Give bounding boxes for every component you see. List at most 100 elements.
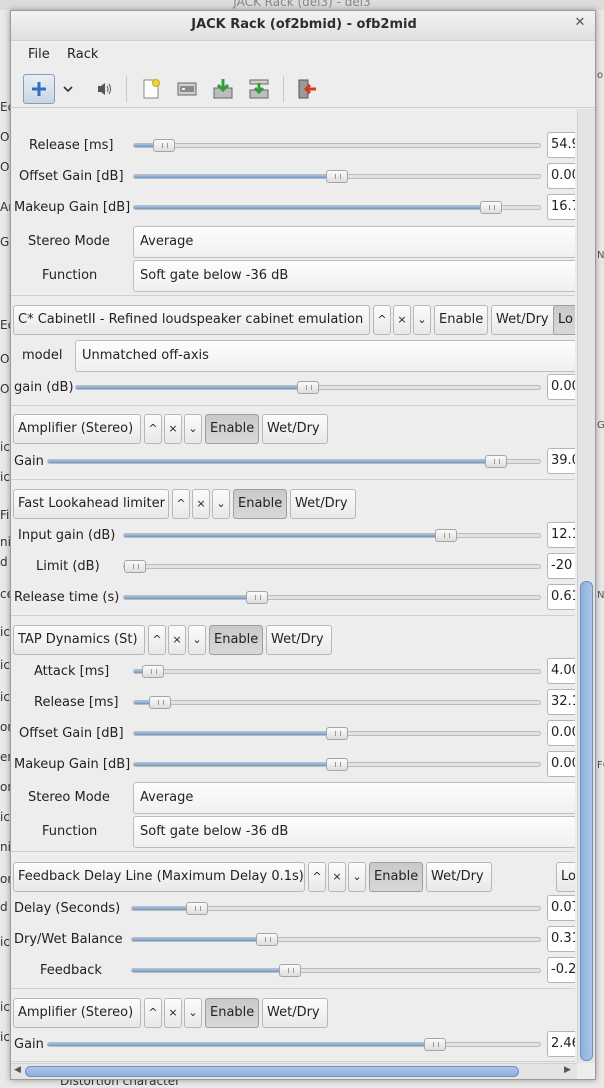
option-combo[interactable]: Soft gate below -36 dB — [133, 816, 575, 848]
enable-toggle[interactable]: Enable — [205, 414, 259, 444]
value-field[interactable]: 12.1 — [547, 522, 575, 548]
menu-file[interactable]: File — [28, 47, 50, 62]
remove-button[interactable]: × — [328, 862, 346, 892]
enable-toggle[interactable]: Enable — [233, 489, 287, 519]
move-down-button[interactable]: ⌄ — [188, 625, 206, 655]
slider-track[interactable] — [133, 758, 541, 771]
value-field[interactable]: 0.00 — [547, 720, 575, 746]
move-up-button[interactable]: ^ — [373, 305, 391, 335]
slider-thumb[interactable] — [326, 170, 348, 183]
plugin-name[interactable]: Feedback Delay Line (Maximum Delay 0.1s) — [13, 862, 305, 892]
save-as-icon[interactable] — [245, 74, 273, 104]
move-up-button[interactable]: ^ — [148, 625, 166, 655]
open-rack-icon[interactable] — [173, 74, 201, 104]
horizontal-scrollbar[interactable]: ◀ ▶ — [11, 1063, 577, 1079]
plugin-name[interactable]: Amplifier (Stereo) — [13, 414, 141, 444]
chevron-down-icon[interactable] — [58, 74, 78, 104]
slider-thumb[interactable] — [278, 964, 301, 977]
slider-thumb[interactable] — [326, 727, 348, 740]
slider-track[interactable] — [123, 591, 541, 604]
slider-track[interactable] — [123, 560, 541, 573]
enable-toggle[interactable]: Enable — [369, 862, 423, 892]
value-field[interactable]: 0.00 — [547, 374, 575, 400]
remove-button[interactable]: × — [393, 305, 411, 335]
value-field[interactable]: 32.1 — [547, 689, 575, 715]
plugin-name[interactable]: C* CabinetII - Refined loudspeaker cabin… — [13, 305, 370, 335]
vertical-scrollbar-thumb[interactable] — [580, 581, 593, 1061]
slider-track[interactable] — [133, 696, 541, 709]
slider-thumb[interactable] — [479, 201, 502, 214]
close-icon[interactable]: ✕ — [568, 12, 592, 36]
option-combo[interactable]: Soft gate below -36 dB — [133, 260, 575, 292]
lock-toggle[interactable]: Lo — [556, 862, 575, 892]
move-up-button[interactable]: ^ — [308, 862, 326, 892]
scroll-right-icon[interactable]: ▶ — [564, 1065, 571, 1075]
value-field[interactable]: 39.0 — [547, 448, 575, 474]
slider-track[interactable] — [47, 455, 541, 468]
slider-track[interactable] — [131, 964, 541, 977]
wet-dry-toggle[interactable]: Wet/Dry — [290, 489, 356, 519]
remove-button[interactable]: × — [192, 489, 210, 519]
slider-track[interactable] — [123, 529, 541, 542]
wet-dry-toggle[interactable]: Wet/Dry — [491, 305, 557, 335]
scroll-left-icon[interactable]: ◀ — [14, 1065, 21, 1075]
slider-track[interactable] — [133, 727, 541, 740]
slider-thumb[interactable] — [246, 591, 269, 604]
remove-button[interactable]: × — [168, 625, 186, 655]
move-down-button[interactable]: ⌄ — [184, 998, 202, 1028]
remove-button[interactable]: × — [164, 998, 182, 1028]
move-down-button[interactable]: ⌄ — [348, 862, 366, 892]
value-field[interactable]: 54.9 — [547, 132, 575, 158]
slider-track[interactable] — [131, 933, 541, 946]
slider-track[interactable] — [133, 139, 541, 152]
move-down-button[interactable]: ⌄ — [184, 414, 202, 444]
slider-thumb[interactable] — [141, 665, 164, 678]
slider-thumb[interactable] — [186, 902, 209, 915]
value-field[interactable]: 16.7 — [547, 194, 575, 220]
value-field[interactable]: -20 — [547, 553, 575, 579]
slider-track[interactable] — [133, 170, 541, 183]
slider-track[interactable] — [133, 201, 541, 214]
slider-thumb[interactable] — [124, 560, 146, 573]
slider-track[interactable] — [133, 665, 541, 678]
new-rack-icon[interactable] — [137, 74, 165, 104]
speaker-icon[interactable] — [90, 74, 118, 104]
slider-track[interactable] — [131, 902, 541, 915]
wet-dry-toggle[interactable]: Wet/Dry — [426, 862, 492, 892]
slider-track[interactable] — [47, 1038, 541, 1051]
wet-dry-toggle[interactable]: Wet/Dry — [266, 625, 332, 655]
menu-rack[interactable]: Rack — [67, 47, 98, 62]
slider-thumb[interactable] — [255, 933, 278, 946]
move-up-button[interactable]: ^ — [144, 414, 162, 444]
remove-button[interactable]: × — [164, 414, 182, 444]
add-plugin-icon[interactable] — [23, 74, 55, 104]
plugin-name[interactable]: TAP Dynamics (St) — [13, 625, 145, 655]
slider-thumb[interactable] — [153, 139, 176, 152]
slider-thumb[interactable] — [149, 696, 172, 709]
vertical-scrollbar[interactable] — [577, 109, 595, 1063]
slider-thumb[interactable] — [326, 758, 348, 771]
enable-toggle[interactable]: Enable — [205, 998, 259, 1028]
value-field[interactable]: 0.07 — [547, 895, 575, 921]
plugin-name[interactable]: Fast Lookahead limiter — [13, 489, 169, 519]
value-field[interactable]: -0.2 — [547, 957, 575, 983]
slider-track[interactable] — [75, 381, 541, 394]
option-combo[interactable]: Average — [133, 782, 575, 814]
move-down-button[interactable]: ⌄ — [413, 305, 431, 335]
move-up-button[interactable]: ^ — [172, 489, 190, 519]
wet-dry-toggle[interactable]: Wet/Dry — [262, 414, 328, 444]
slider-thumb[interactable] — [297, 381, 319, 394]
save-rack-icon[interactable] — [209, 74, 237, 104]
option-combo[interactable]: Average — [133, 226, 575, 258]
value-field[interactable]: 0.00 — [547, 751, 575, 777]
move-up-button[interactable]: ^ — [144, 998, 162, 1028]
slider-thumb[interactable] — [424, 1038, 446, 1051]
move-down-button[interactable]: ⌄ — [212, 489, 230, 519]
lock-toggle[interactable]: Lo — [553, 305, 575, 335]
slider-thumb[interactable] — [435, 529, 458, 542]
value-field[interactable]: 4.00 — [547, 658, 575, 684]
value-field[interactable]: 0.31 — [547, 926, 575, 952]
horizontal-scrollbar-thumb[interactable] — [25, 1066, 519, 1077]
value-field[interactable]: 0.61 — [547, 584, 575, 610]
title-bar[interactable]: JACK Rack (of2bmid) - ofb2mid ✕ — [11, 11, 595, 41]
